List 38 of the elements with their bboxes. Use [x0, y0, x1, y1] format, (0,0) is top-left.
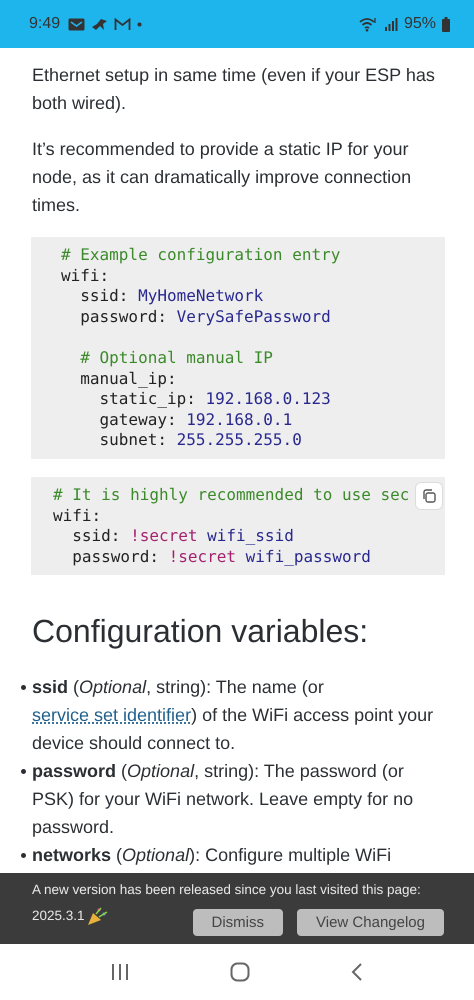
variable-description: password (Optional, string): The password (or PSK) for your WiFi network. Leave empty for no password. — [18, 757, 444, 842]
variable-description: ssid (Optional, string): The name (or service set identifier) of the WiFi access point your device should connect to. — [18, 673, 444, 758]
code-line: password: VerySafePassword — [79, 306, 331, 326]
text-link[interactable]: service set identifier — [32, 705, 192, 726]
code-line: static_ip: 192.168.0.123 — [98, 389, 331, 408]
paragraph: Ethernet setup in same time (even if your ESP has both wired). — [32, 64, 436, 115]
paragraph: It’s recommended to provide a static IP for your node, as it can dramatically improve connection times. — [32, 138, 412, 217]
copy-icon — [421, 488, 437, 504]
recent-apps-icon[interactable] — [110, 963, 129, 981]
wifi-icon — [358, 16, 378, 32]
variable-description: networks (Optional): Configure multiple WiFi — [18, 841, 444, 870]
back-icon[interactable] — [351, 962, 364, 982]
signal-icon — [384, 17, 398, 31]
party-popper-icon — [86, 906, 109, 926]
version-number: 2025.3.1 — [32, 907, 85, 925]
dot-icon — [137, 22, 142, 26]
copy-button[interactable] — [415, 482, 443, 510]
code-line: wifi: — [61, 266, 110, 285]
code-line: ssid: !secret wifi_ssid — [71, 526, 294, 546]
code-line: ssid: MyHomeNetwork — [79, 286, 264, 306]
status-time: 9:49 — [29, 15, 60, 33]
code-line: # It is highly recommended to use sec — [53, 484, 410, 504]
battery-icon — [442, 16, 450, 32]
mail-m-icon — [114, 18, 132, 30]
code-line: wifi: — [53, 506, 102, 525]
code-line: password: !secret wifi_password — [71, 546, 371, 566]
mail-icon — [68, 18, 86, 30]
battery-level: 95% — [404, 15, 436, 33]
banner-message: A new version has been released since you last visited this page: — [32, 881, 422, 899]
section-heading: Configuration variables: — [32, 612, 370, 652]
banner-button[interactable]: View Changelog — [297, 909, 444, 936]
code-line: # Optional manual IP — [79, 348, 273, 367]
banner-button[interactable]: Dismiss — [192, 909, 284, 936]
home-icon[interactable] — [230, 962, 250, 982]
code-line: # Example configuration entry — [61, 245, 340, 264]
code-line: subnet: 255.255.255.0 — [98, 430, 302, 450]
code-line: manual_ip: — [79, 368, 177, 388]
code-line: gateway: 192.168.0.1 — [98, 410, 292, 429]
